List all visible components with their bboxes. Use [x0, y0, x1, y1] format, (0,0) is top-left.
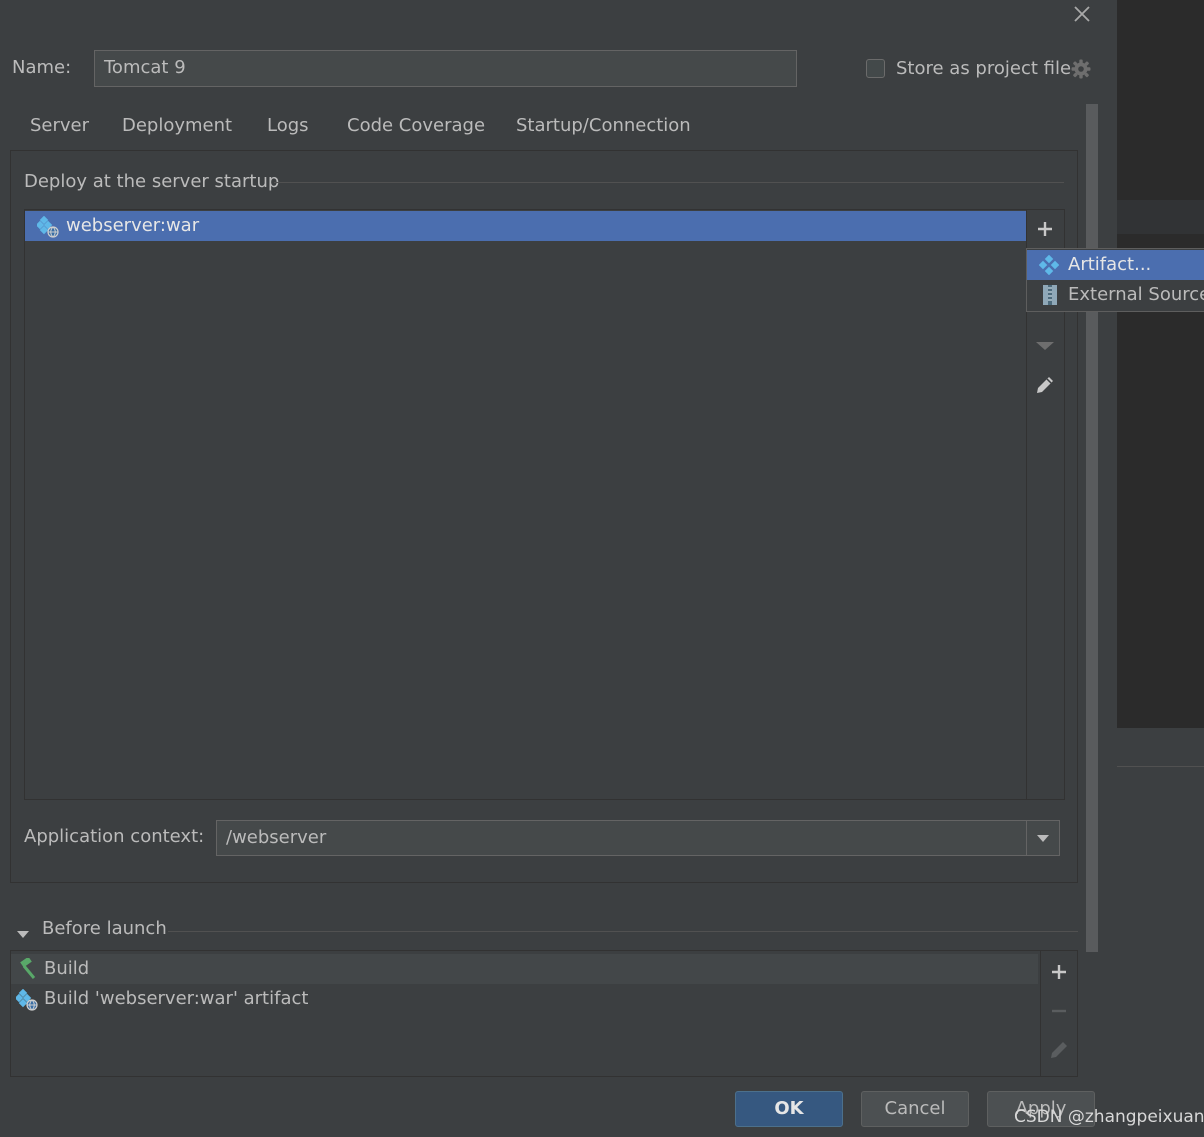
add-task-button[interactable]: [1041, 957, 1077, 987]
add-popup-menu: Artifact... External Source...: [1026, 248, 1204, 312]
list-item[interactable]: Build: [11, 954, 1038, 984]
section-separator: [274, 182, 1064, 183]
run-configuration-dialog: Name: Tomcat 9 Store as project file Ser…: [0, 0, 1117, 1137]
web-artifact-icon: [14, 988, 40, 1011]
edit-task-button[interactable]: [1041, 1035, 1077, 1065]
plus-icon: [1052, 965, 1066, 979]
menu-item-label: External Source...: [1068, 284, 1204, 305]
list-item-label: Build 'webserver:war' artifact: [44, 988, 309, 1009]
remove-task-button[interactable]: [1041, 996, 1077, 1026]
artifact-icon: [1038, 254, 1060, 276]
hammer-icon: [15, 956, 37, 980]
triangle-down-icon: [1036, 342, 1054, 350]
deployment-panel: Deploy at the server startup webserver:w…: [10, 150, 1078, 883]
menu-item-external-source[interactable]: External Source...: [1027, 280, 1204, 310]
ide-background: [1117, 0, 1204, 1137]
list-item[interactable]: Build 'webserver:war' artifact: [11, 984, 1038, 1014]
collapse-triangle-icon[interactable]: [16, 924, 30, 938]
cancel-button[interactable]: Cancel: [861, 1091, 969, 1127]
editor-area: [1117, 0, 1204, 728]
vertical-scrollbar[interactable]: [1086, 104, 1098, 952]
name-label: Name:: [12, 57, 72, 78]
name-field[interactable]: Tomcat 9: [94, 50, 797, 87]
move-down-button[interactable]: [1027, 331, 1063, 361]
store-as-project-checkbox[interactable]: [866, 59, 885, 78]
list-item-label: Build: [44, 958, 90, 979]
list-item[interactable]: webserver:war: [25, 211, 1026, 241]
deploy-section-title: Deploy at the server startup: [24, 171, 280, 192]
tab-server[interactable]: Server: [30, 112, 89, 150]
tab-code-coverage[interactable]: Code Coverage: [347, 112, 485, 150]
pencil-icon: [1037, 377, 1053, 393]
minus-icon: [1052, 1009, 1066, 1013]
edit-button[interactable]: [1027, 370, 1063, 400]
before-launch-list[interactable]: Build Build 'webserver:war' artifact: [10, 950, 1078, 1077]
close-icon[interactable]: [1070, 2, 1094, 26]
ok-button[interactable]: OK: [735, 1091, 843, 1127]
deployment-list[interactable]: webserver:war: [24, 209, 1065, 800]
chevron-down-icon[interactable]: [1026, 821, 1059, 855]
tab-deployment[interactable]: Deployment: [102, 112, 251, 153]
panel-divider: [1117, 766, 1204, 767]
web-artifact-icon: [35, 215, 61, 238]
tab-logs[interactable]: Logs: [267, 112, 309, 150]
before-launch-toolbar: [1040, 951, 1077, 1076]
add-button[interactable]: [1027, 214, 1063, 244]
before-launch-separator: [168, 931, 1078, 932]
menu-item-label: Artifact...: [1068, 254, 1152, 275]
app-context-label: Application context:: [24, 826, 205, 847]
plus-icon: [1038, 222, 1052, 236]
pencil-icon: [1051, 1042, 1067, 1058]
app-context-value: /webserver: [226, 827, 327, 848]
tab-startup-connection[interactable]: Startup/Connection: [516, 112, 691, 150]
gear-icon[interactable]: [1070, 58, 1092, 80]
watermark: CSDN @zhangpeixuan: [1014, 1107, 1204, 1127]
before-launch-title[interactable]: Before launch: [42, 918, 167, 939]
list-item-label: webserver:war: [66, 215, 200, 236]
archive-icon: [1042, 284, 1058, 306]
editor-tab-strip: [1117, 200, 1204, 234]
store-as-project-label: Store as project file: [896, 58, 1072, 79]
app-context-combobox[interactable]: /webserver: [216, 820, 1060, 856]
menu-item-artifact[interactable]: Artifact...: [1027, 250, 1204, 280]
